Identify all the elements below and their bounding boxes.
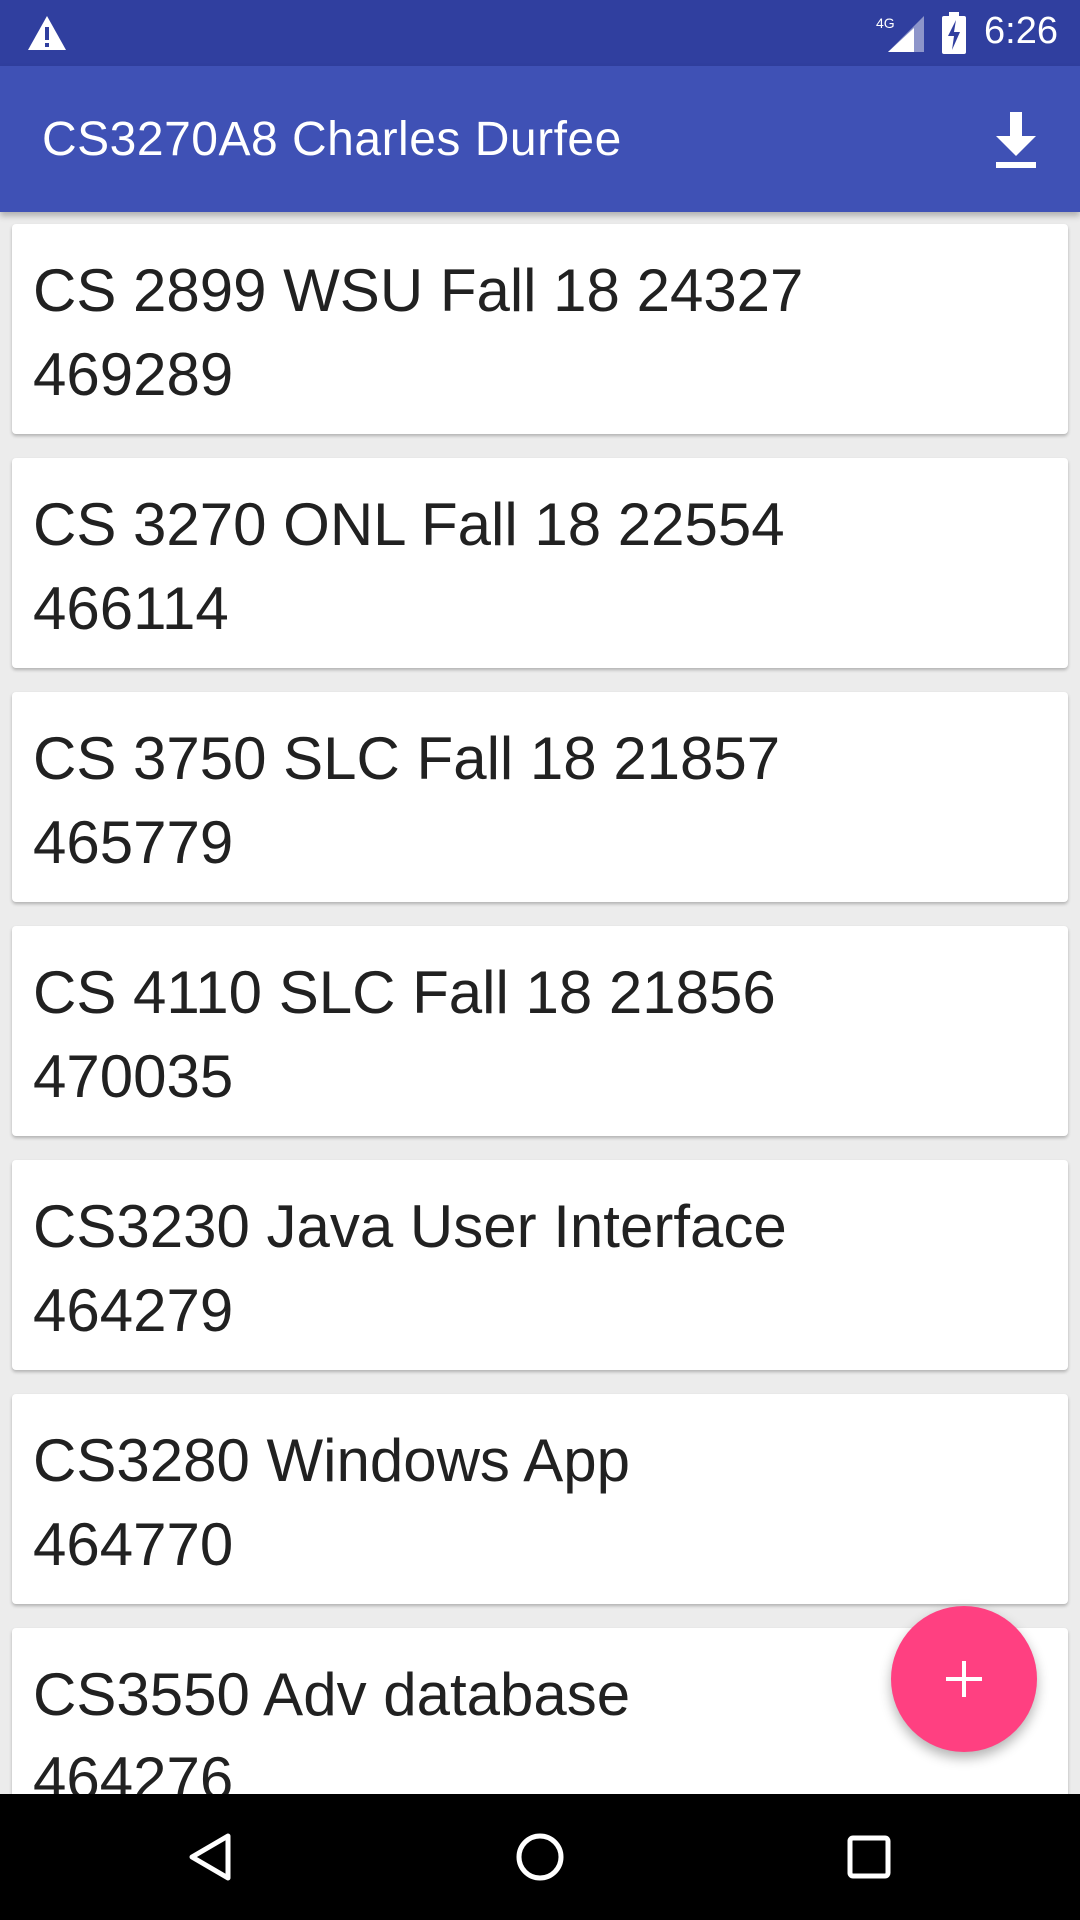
course-title: CS 4110 SLC Fall 18 21856	[33, 959, 776, 1026]
course-card[interactable]: CS3230 Java User Interface 464279	[12, 1160, 1068, 1370]
warning-icon	[28, 16, 66, 50]
status-bar: 4G 6:26	[0, 0, 1080, 66]
course-id: 469289	[33, 341, 234, 408]
home-icon[interactable]	[509, 1826, 571, 1888]
course-card[interactable]: CS 4110 SLC Fall 18 21856 470035	[12, 926, 1068, 1136]
course-id: 464770	[33, 1511, 234, 1578]
course-id: 465779	[33, 809, 234, 876]
download-icon[interactable]	[990, 108, 1042, 170]
navigation-bar	[0, 1794, 1080, 1920]
course-title: CS 3750 SLC Fall 18 21857	[33, 725, 781, 792]
clock: 6:26	[984, 10, 1058, 52]
app-bar: CS3270A8 Charles Durfee	[0, 66, 1080, 212]
course-id: 470035	[33, 1043, 234, 1110]
course-list[interactable]: CS 2899 WSU Fall 18 24327 469289 CS 3270…	[0, 212, 1080, 1794]
back-icon[interactable]	[180, 1826, 242, 1888]
course-id: 464279	[33, 1277, 234, 1344]
app-title: CS3270A8 Charles Durfee	[42, 113, 622, 166]
recents-icon[interactable]	[838, 1826, 900, 1888]
network-type: 4G	[876, 15, 895, 31]
cell-signal-icon: 4G	[876, 15, 924, 52]
course-card[interactable]: CS 3750 SLC Fall 18 21857 465779	[12, 692, 1068, 902]
add-course-button[interactable]	[891, 1606, 1037, 1752]
course-id: 464276	[33, 1745, 234, 1794]
course-card[interactable]: CS 2899 WSU Fall 18 24327 469289	[12, 224, 1068, 434]
course-card[interactable]: CS3280 Windows App 464770	[12, 1394, 1068, 1604]
course-title: CS3280 Windows App	[33, 1427, 631, 1494]
course-title: CS 2899 WSU Fall 18 24327	[33, 257, 804, 324]
course-title: CS 3270 ONL Fall 18 22554	[33, 491, 785, 558]
course-id: 466114	[33, 575, 229, 642]
course-title: CS3550 Adv database	[33, 1661, 631, 1728]
plus-icon	[946, 1661, 982, 1697]
battery-charging-icon	[942, 12, 966, 54]
course-card[interactable]: CS 3270 ONL Fall 18 22554 466114	[12, 458, 1068, 668]
course-title: CS3230 Java User Interface	[33, 1193, 787, 1260]
